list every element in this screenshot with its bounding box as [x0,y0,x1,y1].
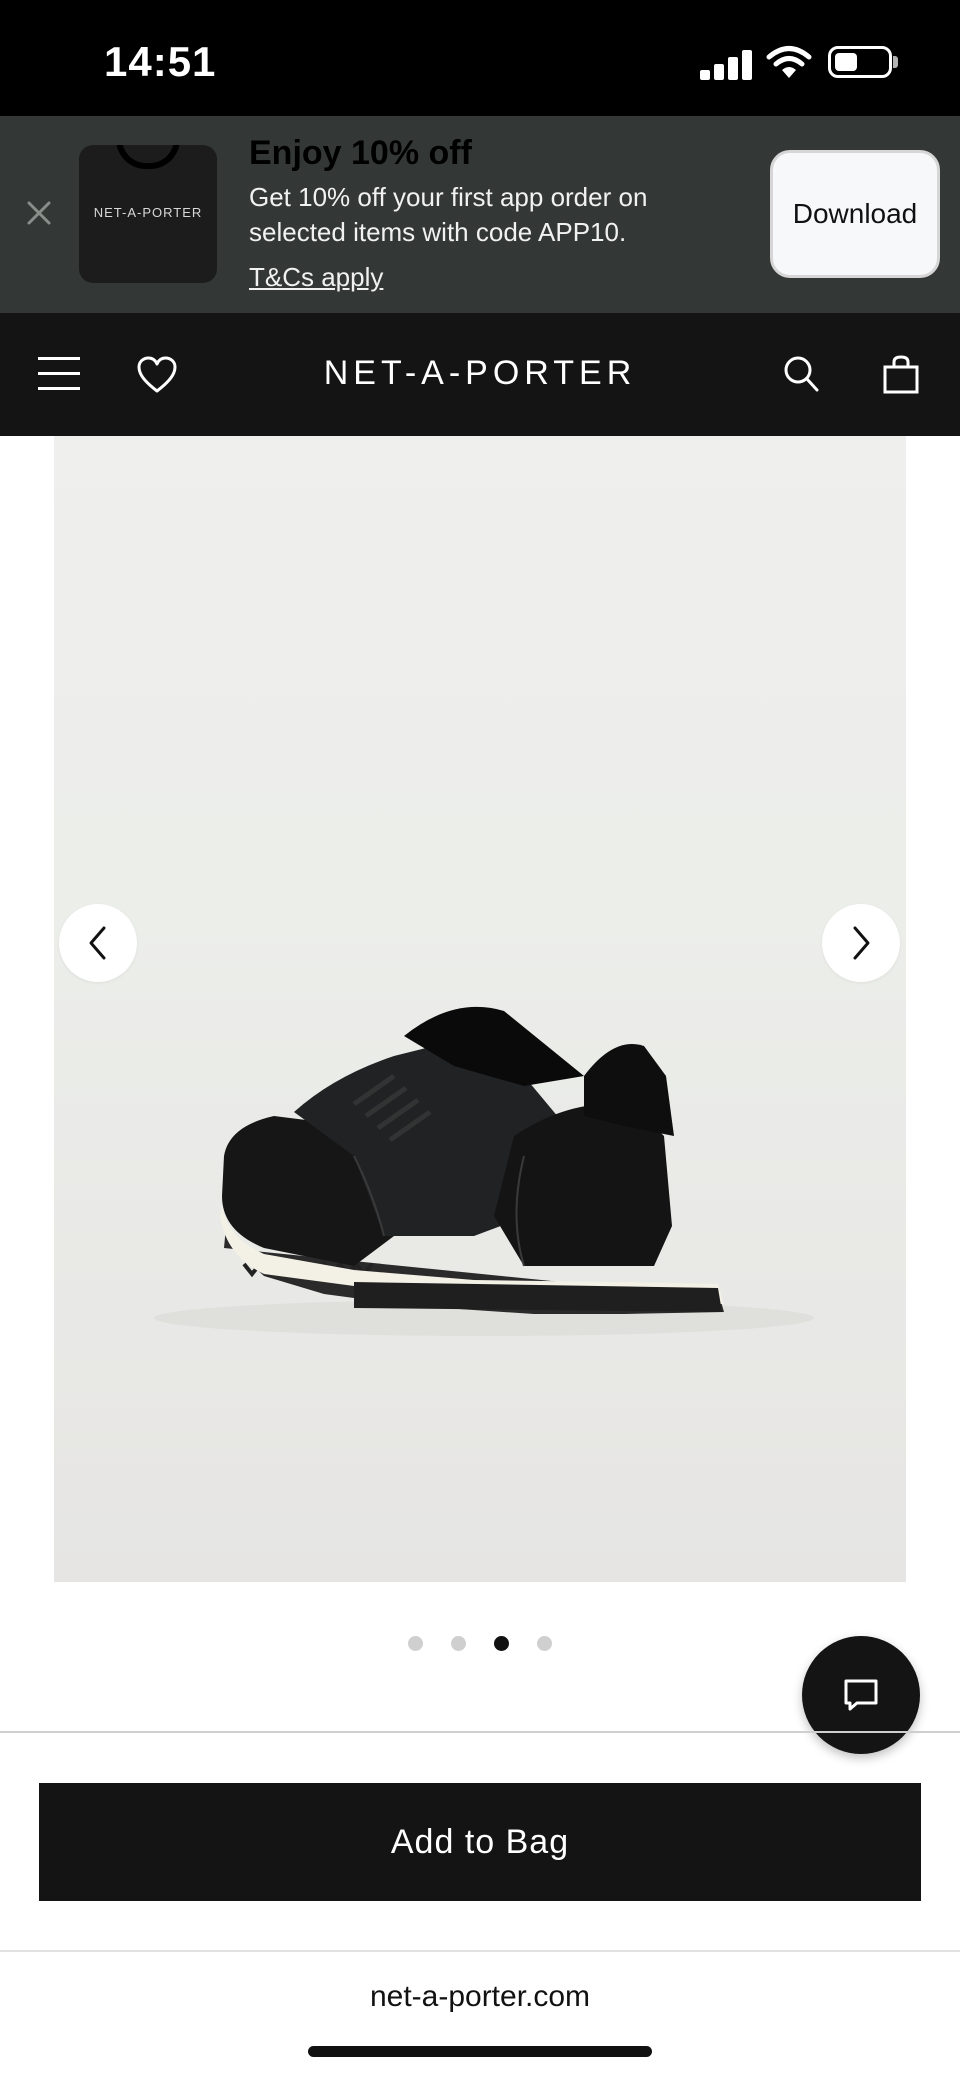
chat-icon [844,1679,878,1711]
product-page: 14:51 NET-A-PORTER Enjoy 10% off Get 10%… [0,0,960,2078]
terms-link[interactable]: T&Cs apply [249,262,383,293]
app-logo: NET-A-PORTER [79,145,217,283]
chevron-right-icon [853,926,870,960]
pagination-dot[interactable] [408,1636,423,1651]
promo-title: Enjoy 10% off [249,134,472,172]
status-time: 14:51 [104,38,217,85]
status-bar: 14:51 [0,0,960,116]
divider [0,1731,960,1733]
search-icon[interactable] [782,354,820,394]
next-image-button[interactable] [822,904,900,982]
battery-icon [828,46,892,78]
product-image-gallery[interactable] [54,436,906,1582]
sneaker-image [154,1006,814,1336]
add-to-bag-button[interactable]: Add to Bag [39,1783,921,1901]
gallery-pagination [0,1636,960,1652]
battery-cap [893,56,898,68]
previous-image-button[interactable] [59,904,137,982]
pagination-dot[interactable] [537,1636,552,1651]
promo-description: Get 10% off your first app order on sele… [249,182,648,247]
shopping-bag-icon[interactable] [882,354,920,394]
wifi-icon [766,46,812,78]
pagination-dot[interactable] [451,1636,466,1651]
close-icon[interactable] [22,196,56,230]
home-indicator[interactable] [308,2046,652,2057]
divider [0,1950,960,1952]
chevron-left-icon [89,926,106,960]
browser-url[interactable]: net-a-porter.com [0,1980,960,2014]
download-button[interactable]: Download [770,150,940,278]
chat-button[interactable] [802,1636,920,1754]
cellular-signal-icon [700,48,752,80]
pagination-dot[interactable] [494,1636,509,1651]
